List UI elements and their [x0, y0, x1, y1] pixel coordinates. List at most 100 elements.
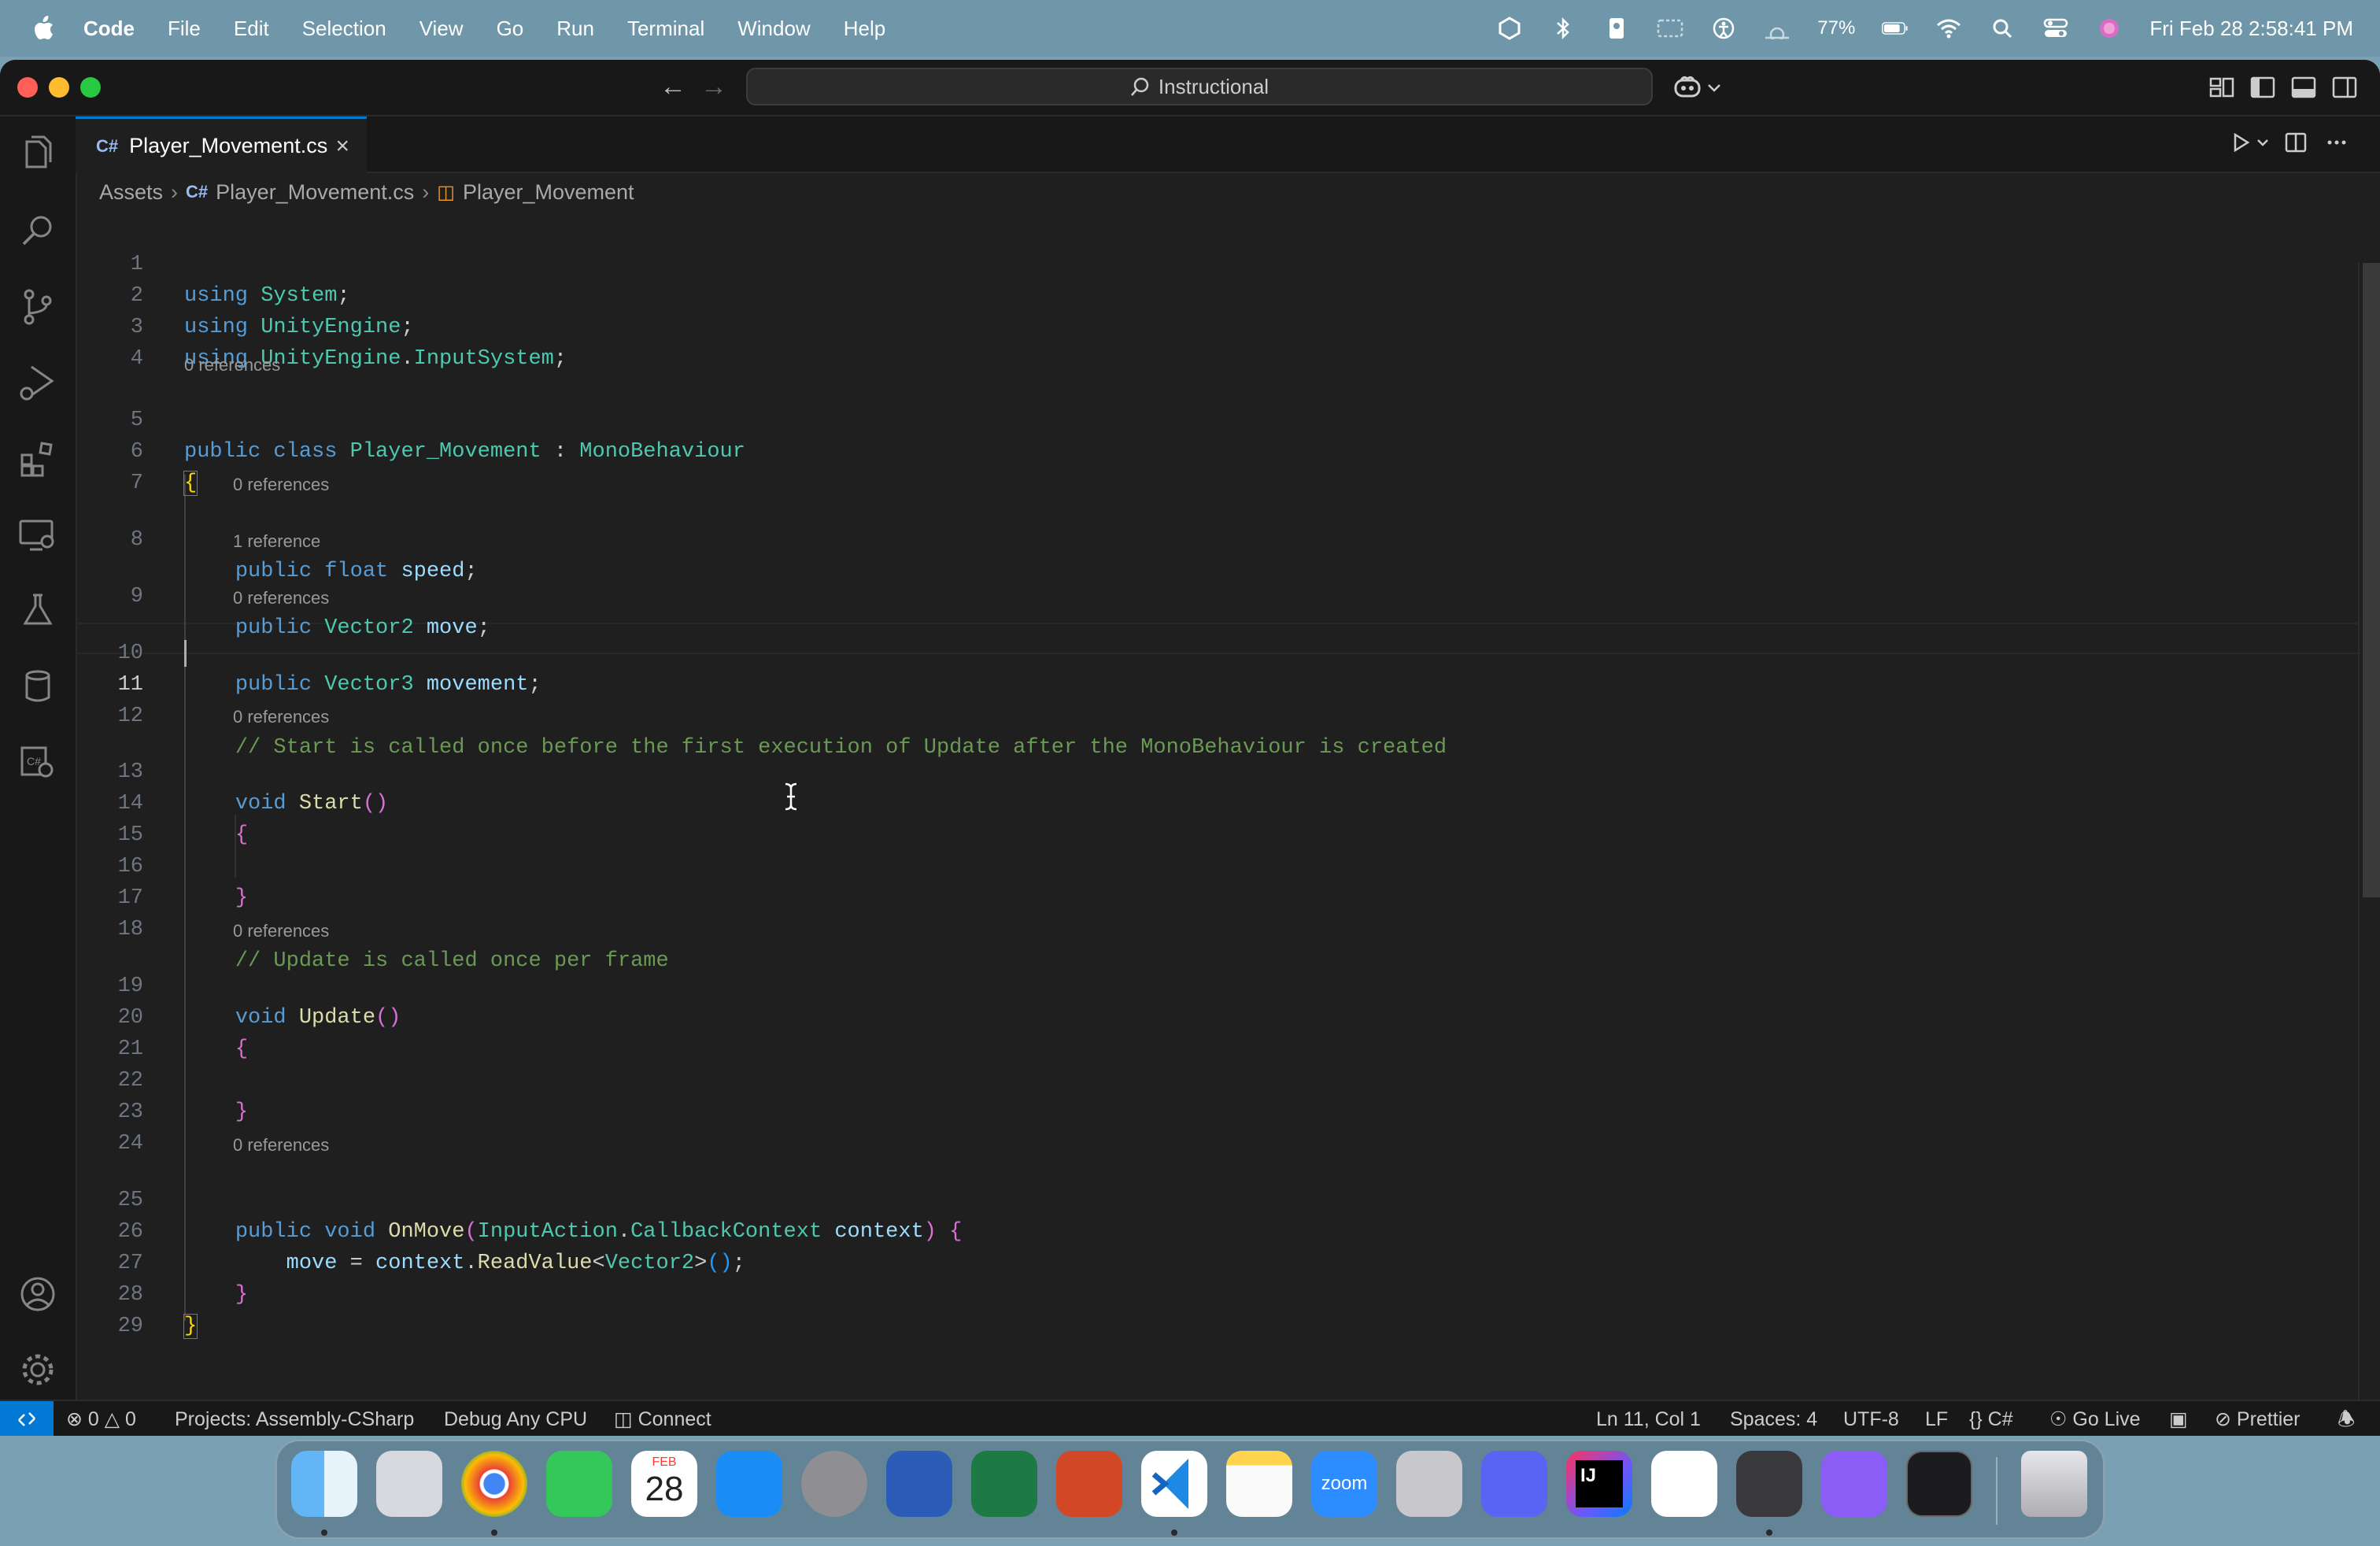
- breadcrumb-symbol[interactable]: Player_Movement: [463, 180, 634, 205]
- eol-status[interactable]: LF: [1925, 1401, 1948, 1436]
- testing-icon[interactable]: [16, 589, 60, 633]
- intellij-app-icon[interactable]: IJ: [1566, 1451, 1632, 1517]
- code-editor[interactable]: 1 using System; 2 using UnityEngine; 3 u…: [76, 217, 2358, 1382]
- notifications-bell-icon[interactable]: 🕭: [2338, 1401, 2355, 1436]
- copilot-icon[interactable]: [1673, 74, 1702, 101]
- menu-file[interactable]: File: [168, 17, 201, 41]
- zoom-app-icon[interactable]: zoom: [1311, 1451, 1377, 1517]
- unity-hub-app-icon[interactable]: [1736, 1451, 1802, 1517]
- wifi-icon[interactable]: [1935, 17, 1962, 40]
- menu-view[interactable]: View: [419, 17, 464, 41]
- copilot-status-icon[interactable]: ▣: [2169, 1401, 2188, 1436]
- editor-scrollbar[interactable]: [2358, 263, 2380, 1400]
- problems-indicator[interactable]: ⊗ 0 △ 0: [66, 1401, 136, 1436]
- customize-layout-icon[interactable]: [2208, 74, 2235, 101]
- close-tab-icon[interactable]: ×: [335, 133, 349, 160]
- notes-app-icon[interactable]: [1226, 1451, 1292, 1517]
- unity-menu-icon[interactable]: [1496, 17, 1523, 40]
- menu-help[interactable]: Help: [844, 17, 885, 41]
- apple-icon[interactable]: [31, 15, 55, 42]
- split-editor-icon[interactable]: [2284, 131, 2308, 154]
- toggle-panel-icon[interactable]: [2290, 74, 2317, 101]
- spotlight-search-icon[interactable]: [1989, 17, 2016, 40]
- activity-monitor-app-icon[interactable]: [1906, 1451, 1972, 1517]
- menu-run[interactable]: Run: [556, 17, 594, 41]
- codelens-references[interactable]: 0 references: [233, 919, 329, 943]
- tab-player-movement[interactable]: C# Player_Movement.cs ×: [76, 117, 367, 173]
- siri-icon[interactable]: [2096, 17, 2123, 40]
- menu-selection[interactable]: Selection: [302, 17, 386, 41]
- menu-clock[interactable]: Fri Feb 28 2:58:41 PM: [2149, 17, 2353, 41]
- command-center-search[interactable]: Instructional: [746, 68, 1653, 105]
- extensions-icon[interactable]: [16, 438, 60, 482]
- launchpad-app-icon[interactable]: [376, 1451, 442, 1517]
- source-control-icon[interactable]: [16, 285, 60, 329]
- back-arrow-icon[interactable]: ←: [660, 71, 686, 102]
- search-view-icon[interactable]: [16, 209, 60, 253]
- reminders-app-icon[interactable]: [1651, 1451, 1717, 1517]
- battery-icon[interactable]: [1882, 17, 1909, 40]
- powerpoint-app-icon[interactable]: [1056, 1451, 1122, 1517]
- minimize-window-button[interactable]: [49, 77, 69, 98]
- run-dropdown-chevron-icon[interactable]: [2256, 131, 2270, 154]
- calendar-app-icon[interactable]: FEB 28: [631, 1451, 697, 1517]
- codelens-references[interactable]: 0 references: [233, 473, 329, 497]
- weather-icon[interactable]: [1764, 17, 1791, 40]
- scrollbar-thumb[interactable]: [2363, 263, 2380, 897]
- battery-percent[interactable]: 77%: [1817, 17, 1855, 39]
- accounts-icon[interactable]: [16, 1272, 60, 1316]
- codelens-references[interactable]: 0 references: [233, 1134, 329, 1157]
- app-store-app-icon[interactable]: [716, 1451, 782, 1517]
- more-actions-icon[interactable]: [2325, 131, 2349, 154]
- language-mode-status[interactable]: {} C#: [1969, 1401, 2013, 1436]
- menu-edit[interactable]: Edit: [234, 17, 269, 41]
- control-center-icon[interactable]: [2042, 17, 2069, 40]
- discord-app-icon[interactable]: [1481, 1451, 1547, 1517]
- toggle-primary-sidebar-icon[interactable]: [2249, 74, 2276, 101]
- excel-app-icon[interactable]: [971, 1451, 1037, 1517]
- codelens-references[interactable]: 0 references: [184, 353, 280, 377]
- connect-status[interactable]: ◫ Connect: [614, 1401, 711, 1436]
- trash-icon[interactable]: [2021, 1451, 2087, 1517]
- facetime-app-icon[interactable]: [546, 1451, 612, 1517]
- badge-icon[interactable]: [1603, 17, 1630, 40]
- settings-gear-icon[interactable]: [16, 1348, 60, 1392]
- screen-mirroring-icon[interactable]: [1657, 17, 1683, 40]
- system-settings-app-icon[interactable]: [801, 1451, 867, 1517]
- close-window-button[interactable]: [17, 77, 38, 98]
- solution-explorer-icon[interactable]: C#: [16, 740, 60, 784]
- run-and-debug-icon[interactable]: [16, 361, 60, 405]
- database-icon[interactable]: [16, 664, 60, 708]
- menu-terminal[interactable]: Terminal: [627, 17, 704, 41]
- indentation-status[interactable]: Spaces: 4: [1730, 1401, 1817, 1436]
- vscode-app-icon[interactable]: [1141, 1451, 1207, 1517]
- debug-config-status[interactable]: Debug Any CPU: [444, 1401, 587, 1436]
- codelens-references[interactable]: 0 references: [233, 705, 329, 729]
- remote-explorer-icon[interactable]: [16, 513, 60, 557]
- prettier-status[interactable]: ⊘ Prettier: [2215, 1401, 2301, 1436]
- explorer-icon[interactable]: [16, 132, 60, 176]
- forward-arrow-icon[interactable]: →: [700, 71, 727, 102]
- codelens-references[interactable]: 1 reference: [233, 530, 320, 553]
- finder-app-icon[interactable]: [291, 1451, 357, 1517]
- chevron-down-icon[interactable]: [1706, 74, 1722, 101]
- menu-window[interactable]: Window: [737, 17, 810, 41]
- bluetooth-icon[interactable]: [1550, 17, 1576, 40]
- zoom-window-button[interactable]: [80, 77, 101, 98]
- iphone-mirroring-app-icon[interactable]: [1396, 1451, 1462, 1517]
- run-icon[interactable]: [2229, 131, 2252, 154]
- accessibility-icon[interactable]: [1710, 17, 1737, 40]
- go-live-status[interactable]: ☉ Go Live: [2049, 1401, 2141, 1436]
- toggle-secondary-sidebar-icon[interactable]: [2331, 74, 2358, 101]
- word-app-icon[interactable]: [886, 1451, 952, 1517]
- breadcrumb-file[interactable]: Player_Movement.cs: [216, 180, 414, 205]
- mouse-app-icon[interactable]: [1821, 1451, 1887, 1517]
- breadcrumb-folder[interactable]: Assets: [99, 180, 163, 205]
- projects-status[interactable]: Projects: Assembly-CSharp: [175, 1401, 414, 1436]
- cursor-position-status[interactable]: Ln 11, Col 1: [1596, 1401, 1701, 1436]
- menu-app-name[interactable]: Code: [83, 17, 135, 41]
- remote-indicator[interactable]: [0, 1401, 54, 1436]
- codelens-references[interactable]: 0 references: [233, 586, 329, 610]
- encoding-status[interactable]: UTF-8: [1843, 1401, 1899, 1436]
- menu-go[interactable]: Go: [497, 17, 524, 41]
